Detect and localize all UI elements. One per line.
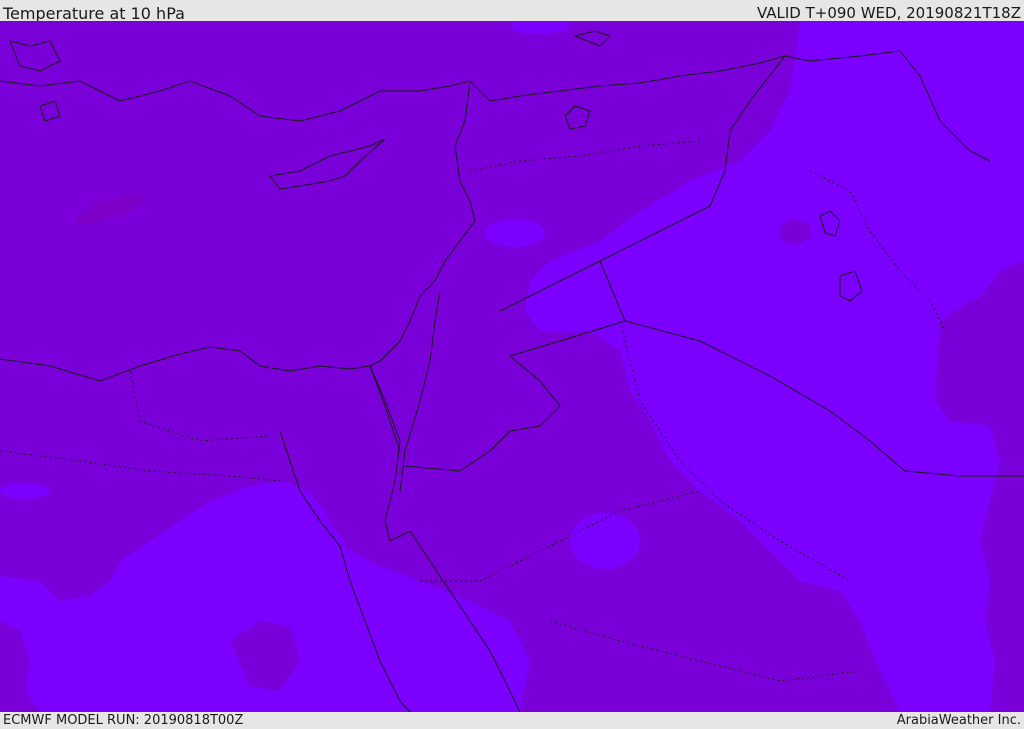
cool-blob-lebanon (485, 219, 545, 247)
warm-blob-iraq (779, 220, 811, 244)
model-run: ECMWF MODEL RUN: 20190818T00Z (3, 713, 244, 728)
credit-text: ArabiaWeather Inc. (896, 713, 1021, 728)
footer-bar: ECMWF MODEL RUN: 20190818T00Z ArabiaWeat… (0, 712, 1024, 729)
map-figure: Temperature at 10 hPa VALID T+090 WED, 2… (0, 0, 1024, 729)
cool-blob-saudi (570, 513, 640, 569)
cool-blob-libya (0, 483, 50, 499)
map-canvas (0, 21, 1024, 712)
map-title: Temperature at 10 hPa (3, 4, 185, 21)
valid-time: VALID T+090 WED, 20190821T18Z (756, 4, 1021, 21)
map-area (0, 21, 1024, 712)
header-bar: Temperature at 10 hPa VALID T+090 WED, 2… (0, 0, 1024, 21)
